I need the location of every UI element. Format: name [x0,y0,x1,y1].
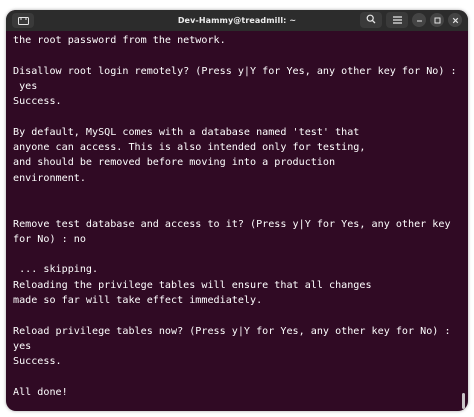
close-icon [452,11,459,29]
terminal-line: ... skipping. [13,264,99,276]
terminal-line: Disallow root login remotely? (Press y|Y… [13,65,457,77]
terminal-output[interactable]: the root password from the network. Disal… [13,33,458,407]
terminal-line: Remove test database and access to it? (… [13,218,451,230]
terminal-line: Reloading the privilege tables will ensu… [13,279,372,291]
terminal-line: environment. [13,172,86,184]
minimize-button[interactable] [412,13,426,27]
new-tab-icon [17,12,29,30]
maximize-button[interactable] [430,13,444,27]
search-button[interactable] [360,12,382,28]
terminal-line: yes [13,340,32,352]
terminal-line: All done! [13,386,68,398]
close-button[interactable] [448,13,462,27]
hamburger-menu-icon [392,11,402,29]
terminal-line: for No) : no [13,233,86,245]
maximize-icon [434,11,441,29]
terminal-line: made so far will take effect immediately… [13,295,263,307]
terminal-line: Success. [13,96,62,108]
menu-button[interactable] [386,12,408,28]
terminal-window: Dev-Hammy@treadmill: ~ the root password… [6,10,468,411]
terminal-line: Success. [13,356,62,368]
terminal-line: By default, MySQL comes with a database … [13,126,360,138]
window-title: Dev-Hammy@treadmill: ~ [177,16,297,25]
terminal-line: the root password from the network. [13,35,226,46]
minimize-icon [416,11,423,29]
search-icon [366,11,376,29]
title-bar[interactable]: Dev-Hammy@treadmill: ~ [6,10,468,31]
terminal-line: yes [13,80,38,92]
terminal-line: Reload privilege tables now? (Press y|Y … [13,325,451,337]
terminal-line: and should be removed before moving into… [13,157,336,169]
new-tab-button[interactable] [12,13,34,28]
scrollbar-thumb[interactable] [462,393,465,409]
terminal-line: anyone can access. This is also intended… [13,142,366,154]
